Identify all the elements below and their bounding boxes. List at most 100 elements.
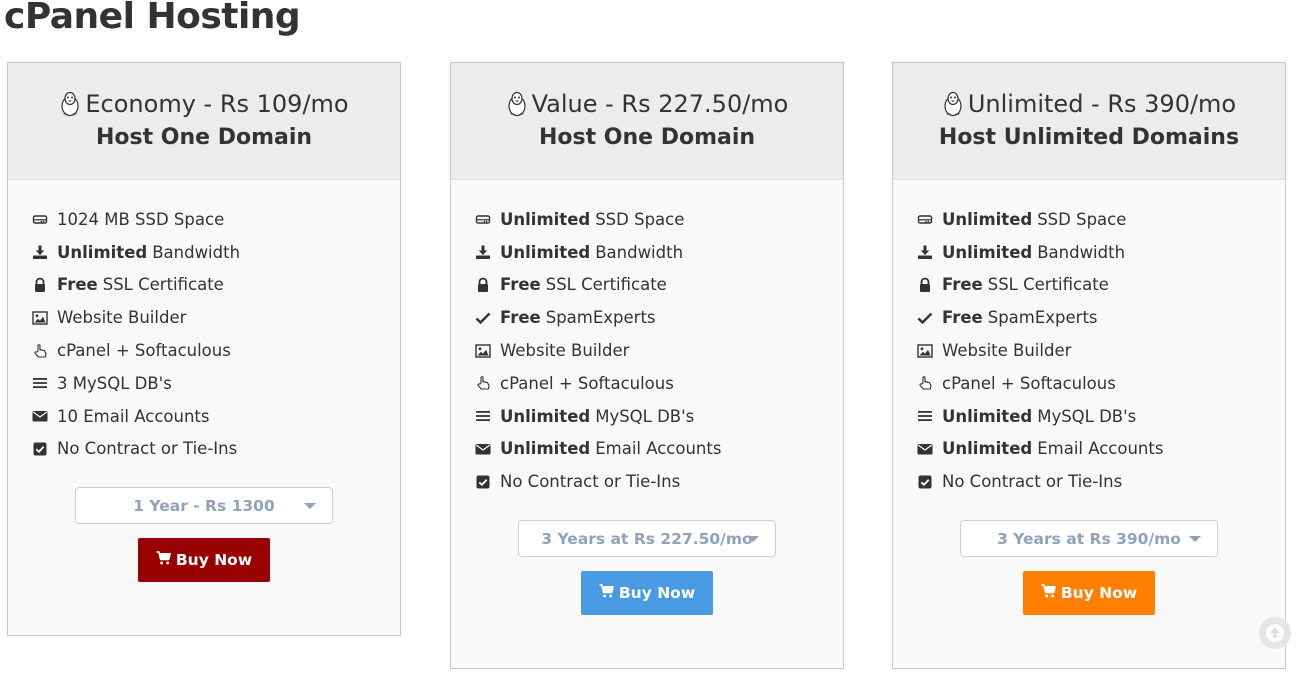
hand-pointer-icon xyxy=(474,374,492,392)
plan-card-economy: Economy - Rs 109/mo Host One Domain 1024… xyxy=(7,62,401,636)
feature-highlight: Unlimited xyxy=(57,242,148,262)
envelope-icon xyxy=(916,440,934,458)
feature-highlight: Unlimited xyxy=(942,242,1033,262)
feature-highlight: Unlimited xyxy=(500,406,591,426)
list-icon xyxy=(474,407,492,425)
feature-item: Unlimited Email Accounts xyxy=(916,433,1285,466)
billing-cycle-value: 3 Years at Rs 390/mo xyxy=(997,529,1181,548)
feature-highlight: Unlimited xyxy=(500,439,591,459)
feature-highlight: Unlimited xyxy=(942,439,1033,459)
buy-now-label: Buy Now xyxy=(1060,584,1138,603)
buy-now-button[interactable]: Buy Now xyxy=(581,571,713,616)
lock-icon xyxy=(474,276,492,294)
feature-highlight: Unlimited xyxy=(500,209,591,229)
feature-item: Free SSL Certificate xyxy=(31,269,400,302)
feature-item: 1024 MB SSD Space xyxy=(31,203,400,236)
image-icon xyxy=(916,342,934,360)
feature-text: SpamExperts xyxy=(987,308,1098,328)
feature-text: SSL Certificate xyxy=(987,275,1109,295)
tux-icon xyxy=(506,91,528,117)
feature-highlight: Unlimited xyxy=(942,209,1033,229)
feature-item: Free SpamExperts xyxy=(916,301,1285,334)
download-icon xyxy=(474,243,492,261)
feature-text: SpamExperts xyxy=(545,308,656,328)
feature-text: 3 MySQL DB's xyxy=(57,373,172,393)
feature-item: Unlimited Bandwidth xyxy=(474,236,843,269)
scroll-to-top-button[interactable] xyxy=(1259,617,1291,649)
tux-icon xyxy=(59,91,81,117)
feature-text: cPanel + Softaculous xyxy=(942,373,1116,393)
feature-text: Email Accounts xyxy=(595,439,722,459)
feature-item: 10 Email Accounts xyxy=(31,400,400,433)
check-square-icon xyxy=(31,440,49,458)
feature-text: Bandwidth xyxy=(1037,242,1126,262)
feature-text: No Contract or Tie-Ins xyxy=(500,472,681,492)
envelope-icon xyxy=(474,440,492,458)
feature-text: SSD Space xyxy=(595,209,685,229)
feature-item: Unlimited SSD Space xyxy=(474,203,843,236)
check-square-icon xyxy=(474,473,492,491)
image-icon xyxy=(31,309,49,327)
plan-header: Economy - Rs 109/mo Host One Domain xyxy=(8,63,400,180)
feature-item: Unlimited Email Accounts xyxy=(474,433,843,466)
feature-item: Unlimited MySQL DB's xyxy=(474,400,843,433)
buy-now-button[interactable]: Buy Now xyxy=(1023,571,1155,616)
feature-text: No Contract or Tie-Ins xyxy=(57,439,238,459)
hdd-icon xyxy=(31,210,49,228)
feature-item: Unlimited Bandwidth xyxy=(916,236,1285,269)
plan-header: Unlimited - Rs 390/mo Host Unlimited Dom… xyxy=(893,63,1285,180)
plan-card-value: Value - Rs 227.50/mo Host One Domain Unl… xyxy=(450,62,844,669)
download-icon xyxy=(916,243,934,261)
feature-highlight: Free xyxy=(500,308,541,328)
shopping-cart-icon xyxy=(1041,584,1056,602)
feature-list: 1024 MB SSD Space Unlimited Bandwidth Free S… xyxy=(8,180,400,465)
billing-cycle-select[interactable]: 1 Year - Rs 1300 xyxy=(75,487,333,525)
feature-highlight: Free xyxy=(57,275,98,295)
buy-now-label: Buy Now xyxy=(175,551,253,570)
feature-item: Unlimited MySQL DB's xyxy=(916,400,1285,433)
feature-highlight: Unlimited xyxy=(942,406,1033,426)
check-icon xyxy=(474,309,492,327)
feature-highlight: Free xyxy=(942,275,983,295)
feature-highlight: Unlimited xyxy=(500,242,591,262)
hand-pointer-icon xyxy=(31,342,49,360)
feature-text: Website Builder xyxy=(500,341,630,361)
buy-now-label: Buy Now xyxy=(618,584,696,603)
feature-text: SSL Certificate xyxy=(102,275,224,295)
shopping-cart-icon xyxy=(156,551,171,569)
feature-text: Website Builder xyxy=(942,341,1072,361)
hdd-icon xyxy=(916,210,934,228)
plan-tagline: Host Unlimited Domains xyxy=(938,125,1240,150)
lock-icon xyxy=(31,276,49,294)
hdd-icon xyxy=(474,210,492,228)
feature-text: SSD Space xyxy=(1037,209,1127,229)
feature-text: No Contract or Tie-Ins xyxy=(942,472,1123,492)
billing-cycle-select[interactable]: 3 Years at Rs 227.50/mo xyxy=(518,520,776,558)
list-icon xyxy=(916,407,934,425)
plan-name: Unlimited - Rs 390/mo xyxy=(967,90,1237,118)
feature-item: No Contract or Tie-Ins xyxy=(916,465,1285,498)
feature-item: Unlimited SSD Space xyxy=(916,203,1285,236)
feature-text: MySQL DB's xyxy=(595,406,695,426)
feature-item: Free SSL Certificate xyxy=(474,269,843,302)
caret-down-icon xyxy=(1189,536,1201,543)
lock-icon xyxy=(916,276,934,294)
feature-text: SSL Certificate xyxy=(545,275,667,295)
plan-name: Value - Rs 227.50/mo xyxy=(531,90,789,118)
buy-now-button[interactable]: Buy Now xyxy=(138,538,270,583)
feature-text: 10 Email Accounts xyxy=(57,406,210,426)
feature-item: Website Builder xyxy=(916,334,1285,367)
plan-header: Value - Rs 227.50/mo Host One Domain xyxy=(451,63,843,180)
arrow-up-circle-icon xyxy=(1266,624,1284,642)
billing-cycle-value: 3 Years at Rs 227.50/mo xyxy=(541,529,753,548)
shopping-cart-icon xyxy=(599,584,614,602)
feature-list: Unlimited SSD Space Unlimited Bandwidth Free… xyxy=(893,180,1285,498)
page-title: cPanel Hosting xyxy=(4,0,301,37)
billing-cycle-select[interactable]: 3 Years at Rs 390/mo xyxy=(960,520,1218,558)
feature-item: cPanel + Softaculous xyxy=(31,334,400,367)
feature-text: Bandwidth xyxy=(152,242,241,262)
plan-card-unlimited: Unlimited - Rs 390/mo Host Unlimited Dom… xyxy=(892,62,1286,669)
tux-icon xyxy=(942,91,964,117)
feature-text: MySQL DB's xyxy=(1037,406,1137,426)
image-icon xyxy=(474,342,492,360)
